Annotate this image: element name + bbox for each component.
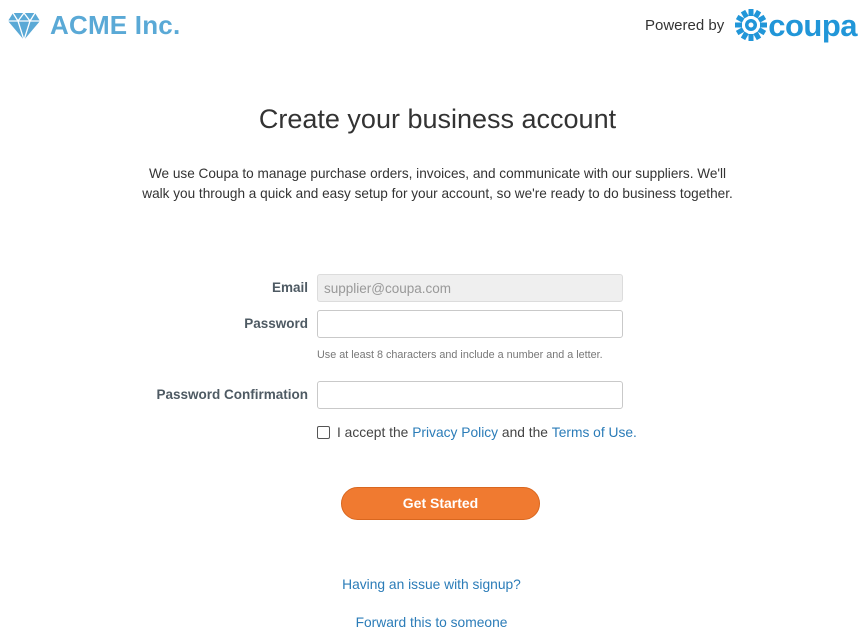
page-title: Create your business account [258, 104, 617, 134]
powered-by: Powered by coupa [645, 8, 857, 42]
email-field[interactable] [317, 274, 623, 302]
signup-issue-link[interactable]: Having an issue with signup? [0, 577, 863, 592]
password-hint: Use at least 8 characters and include a … [317, 349, 603, 361]
password-label: Password [244, 316, 308, 331]
accept-terms-row: I accept the Privacy Policy and the Term… [317, 425, 637, 440]
accept-middle: and the [501, 425, 548, 440]
signup-page: ACME Inc. Powered by coupa Create your b… [0, 0, 863, 638]
password-confirmation-field[interactable] [317, 381, 623, 409]
intro-text: We use Coupa to manage purchase orders, … [142, 166, 733, 201]
powered-by-label: Powered by [644, 16, 725, 34]
privacy-policy-link[interactable]: Privacy Policy [412, 425, 498, 440]
diamond-icon [8, 11, 40, 41]
brand-name: ACME Inc. [50, 10, 181, 40]
email-label: Email [271, 280, 308, 295]
brand-logo: ACME Inc. [7, 10, 180, 41]
accept-prefix: I accept the [337, 425, 409, 440]
get-started-button[interactable]: Get Started [341, 487, 540, 520]
terms-of-use-link[interactable]: Terms of Use. [552, 425, 637, 440]
coupa-starburst-icon [735, 9, 768, 41]
accept-terms-checkbox[interactable] [317, 426, 330, 439]
forward-link[interactable]: Forward this to someone [0, 615, 863, 630]
password-confirmation-label: Password Confirmation [156, 387, 308, 402]
coupa-logo-text: coupa [768, 7, 857, 43]
password-field[interactable] [317, 310, 623, 338]
